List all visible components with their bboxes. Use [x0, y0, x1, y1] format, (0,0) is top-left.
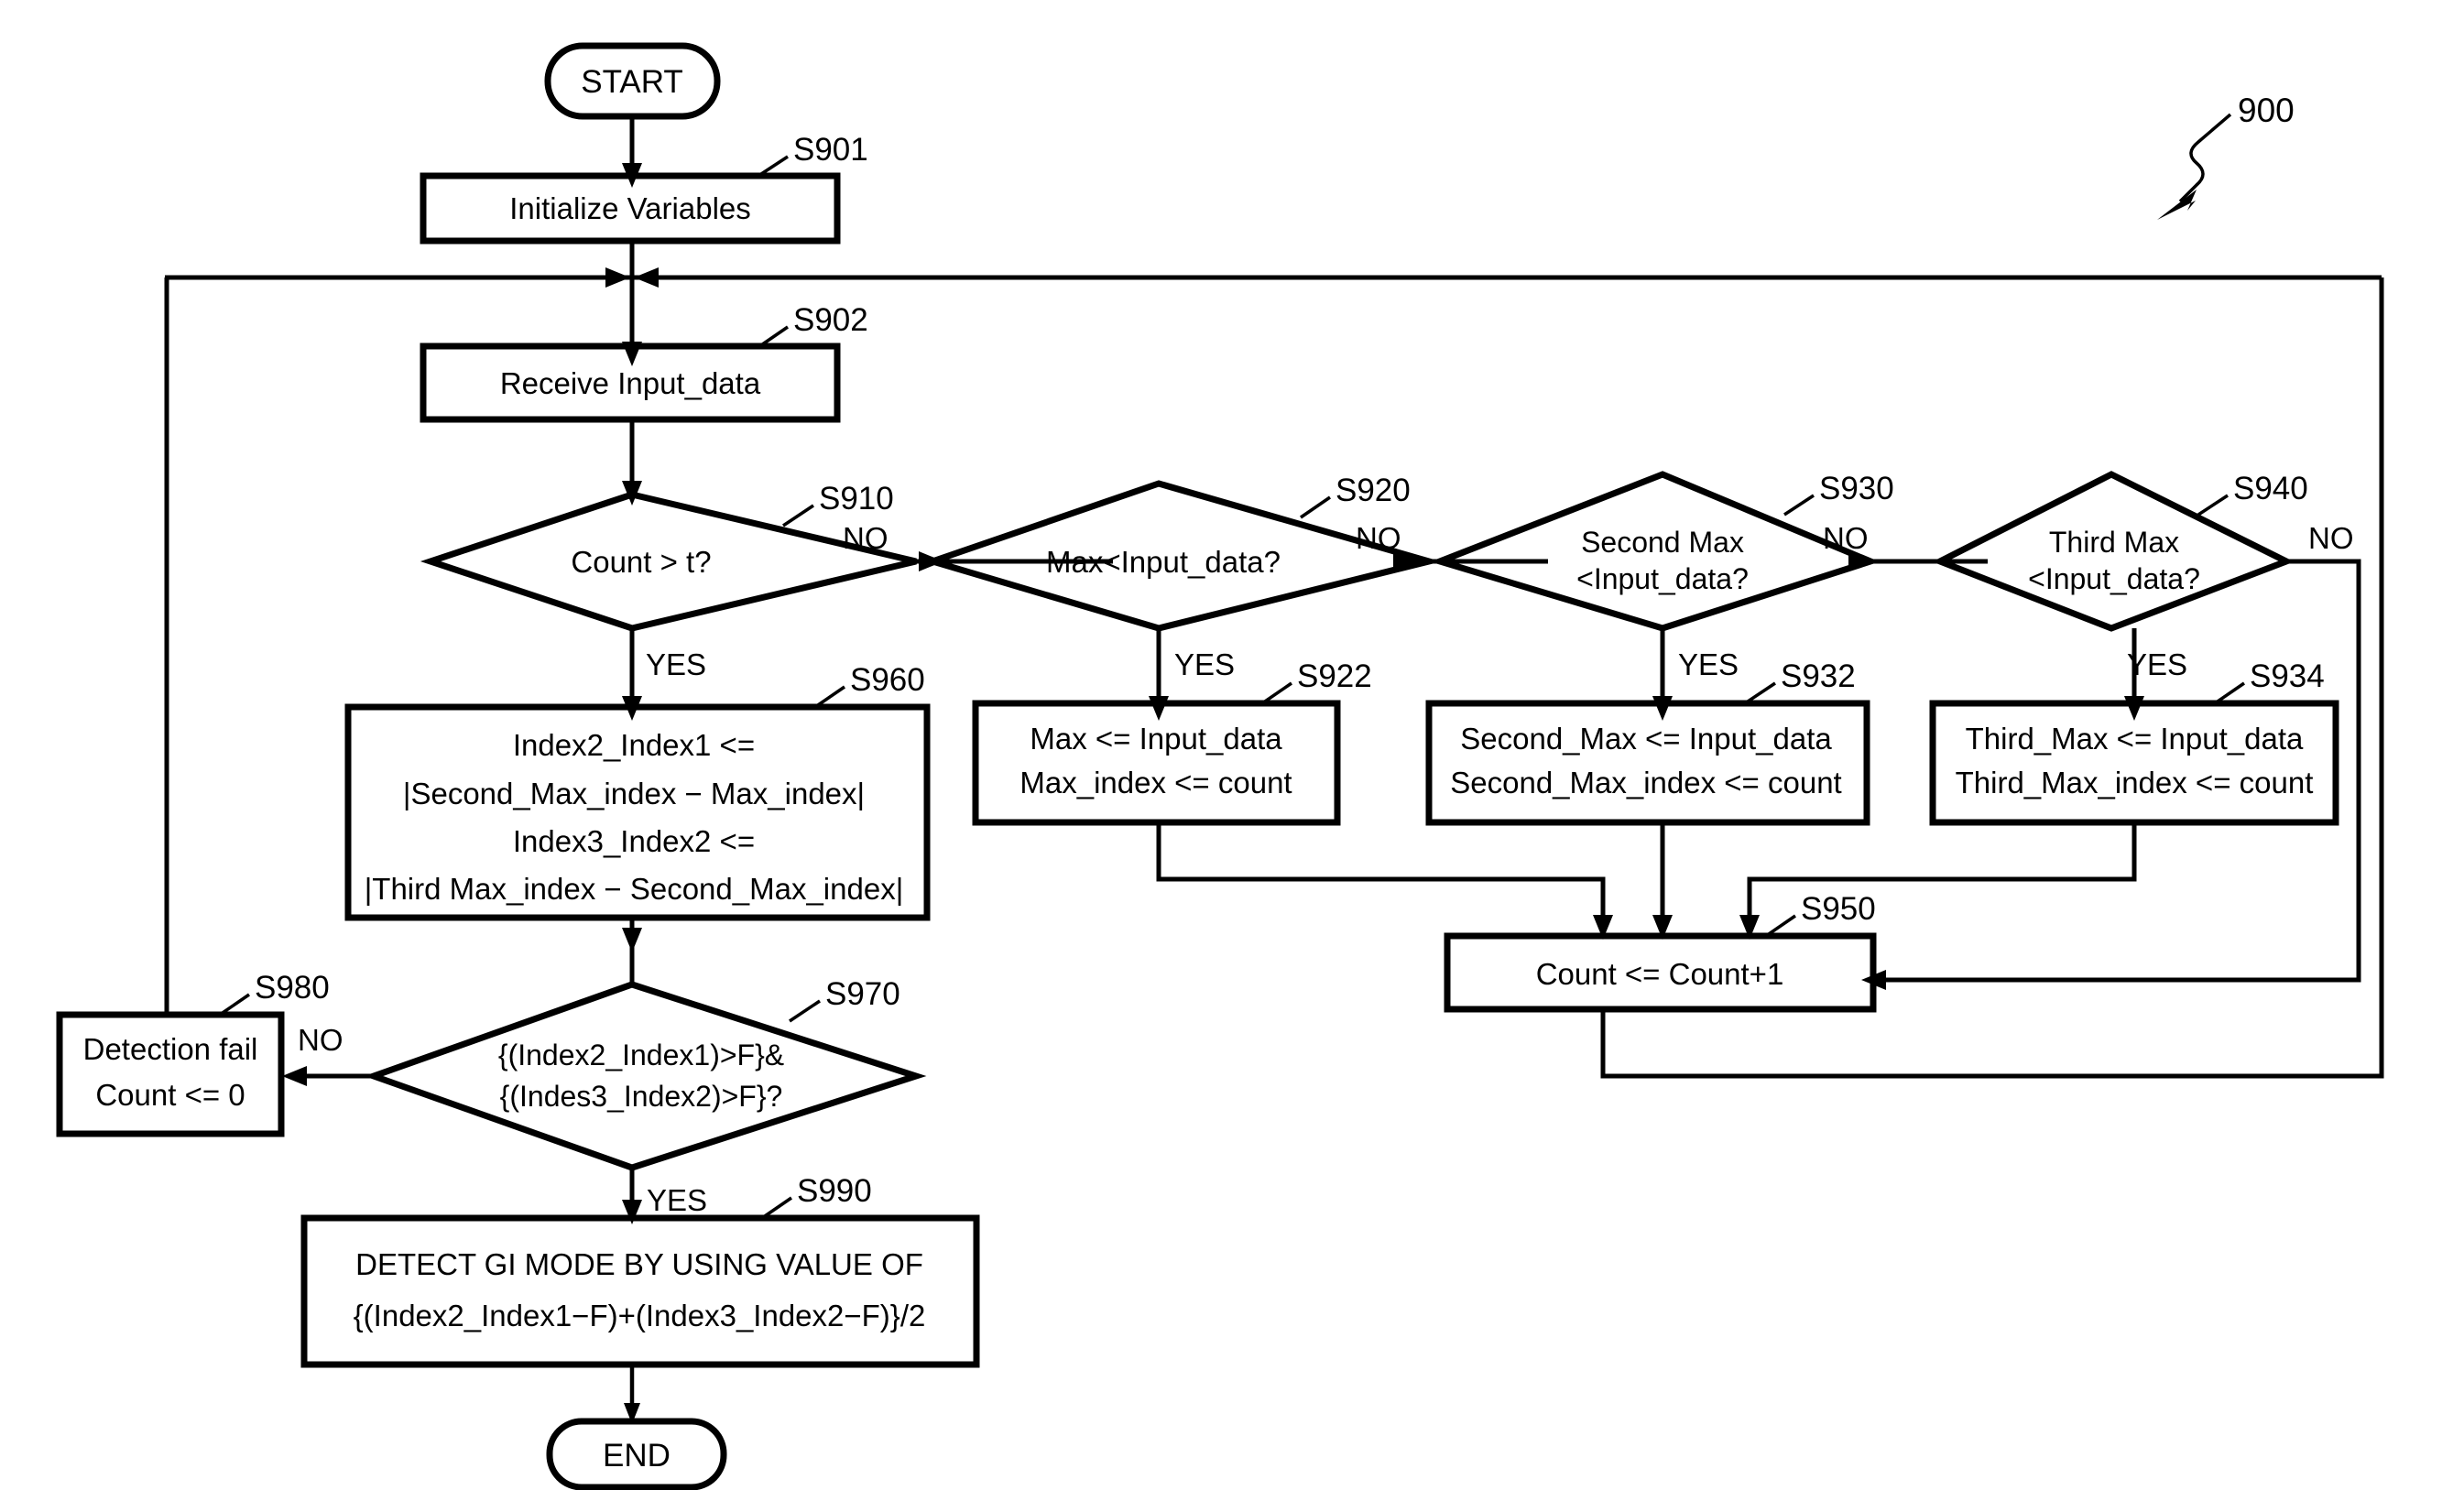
s960-text-line-4: |Third Max_index − Second_Max_index| — [365, 872, 904, 906]
s910-ref-label: S910 — [819, 481, 894, 517]
s970-diamond — [364, 981, 927, 1171]
s980-text-line-2: Count <= 0 — [95, 1078, 245, 1112]
s902-text-line-1: Receive Input_data — [500, 366, 761, 400]
s960-text-line-1: Index2_Index1 <= — [513, 728, 755, 762]
s901-text-line-1: Initialize Variables — [509, 191, 751, 225]
node-s980: Detection fail Count <= 0 S980 — [56, 970, 330, 1137]
figure-number-group: 900 — [2157, 92, 2295, 220]
arrow-s940-yes — [2124, 696, 2144, 721]
arrow-s970-no-to-s980 — [282, 1066, 307, 1086]
s950-text-line-1: Count <= Count+1 — [1536, 957, 1784, 991]
s980-ref-label: S980 — [255, 970, 330, 1006]
s940-yes-label: YES — [2127, 647, 2187, 681]
flowchart-svg: START Initialize Variables S901 Receive … — [56, 42, 2384, 1490]
s922-text-line-2: Max_index <= count — [1019, 766, 1292, 799]
s950-ref-label: S950 — [1801, 891, 1876, 927]
start-label: START — [581, 64, 683, 100]
node-s930: Second Max <Input_data? S930 NO YES — [1430, 471, 1894, 681]
s940-no-label: NO — [2308, 521, 2354, 555]
flowchart-canvas: START Initialize Variables S901 Receive … — [0, 0, 2464, 1490]
s940-text-line-1: Third Max — [2049, 526, 2179, 559]
s940-ref-label: S940 — [2233, 471, 2308, 506]
s910-no-label: NO — [843, 521, 889, 555]
s940-text-line-2: <Input_data? — [2028, 562, 2200, 595]
arrow-s930-yes — [1652, 696, 1673, 721]
s920-ref-label: S920 — [1336, 473, 1411, 508]
s990-box — [300, 1214, 980, 1368]
s970-text-line-2: {(Indes3_Index2)>F}? — [500, 1080, 783, 1113]
s960-ref-label: S960 — [850, 662, 925, 698]
s980-text-line-1: Detection fail — [83, 1032, 258, 1066]
s934-text-line-1: Third_Max <= Input_data — [1966, 722, 2304, 756]
s990-ref-label: S990 — [797, 1173, 872, 1209]
arrow-s920-yes — [1149, 696, 1169, 721]
s910-text-line-1: Count > t? — [571, 545, 711, 579]
s922-ref-label: S922 — [1297, 658, 1372, 694]
s970-leader-line — [789, 999, 821, 1023]
s901-ref-label: S901 — [793, 132, 868, 168]
node-s902: Receive Input_data S902 — [420, 302, 868, 423]
node-end: END — [546, 1418, 727, 1490]
s940-leader-line — [2197, 494, 2229, 517]
s930-no-label: NO — [1823, 521, 1869, 555]
s930-ref-label: S930 — [1819, 471, 1894, 506]
s970-no-label: NO — [298, 1023, 343, 1057]
s960-text-line-3: Index3_Index2 <= — [513, 824, 755, 858]
node-s922: Max <= Input_data Max_index <= count S92… — [972, 658, 1372, 826]
s902-ref-label: S902 — [793, 302, 868, 338]
node-start: START — [544, 42, 721, 120]
s930-text-line-2: <Input_data? — [1576, 562, 1749, 595]
s932-text-line-2: Second_Max_index <= count — [1450, 766, 1841, 799]
figure-number-leader — [2178, 113, 2232, 203]
s970-text-line-1: {(Index2_Index1)>F}& — [498, 1039, 784, 1071]
s932-text-line-1: Second_Max <= Input_data — [1460, 722, 1832, 756]
s930-yes-label: YES — [1678, 647, 1739, 681]
s990-text-line-1: DETECT GI MODE BY USING VALUE OF — [355, 1247, 923, 1281]
s920-text-line-1: Max<Input_data? — [1046, 545, 1281, 579]
node-s940: Third Max <Input_data? S940 NO YES — [1932, 471, 2354, 681]
node-s920: Max<Input_data? S920 NO YES — [921, 473, 1442, 681]
node-s901: Initialize Variables S901 — [420, 132, 868, 245]
s934-ref-label: S934 — [2250, 658, 2325, 694]
s910-leader-line — [782, 504, 814, 527]
s920-leader-line — [1300, 495, 1331, 519]
s910-yes-label: YES — [646, 647, 706, 681]
arrow-s960-to-s970 — [622, 928, 642, 952]
s922-text-line-1: Max <= Input_data — [1030, 722, 1282, 756]
node-s932: Second_Max <= Input_data Second_Max_inde… — [1425, 658, 1870, 826]
arrow-feedback-left-into-main — [605, 267, 630, 288]
s990-text-line-2: {(Index2_Index1−F)+(Index3_Index2−F)}/2 — [354, 1299, 926, 1332]
s920-no-label: NO — [1356, 521, 1401, 555]
figure-number-label: 900 — [2238, 92, 2295, 129]
s970-yes-label: YES — [647, 1183, 707, 1217]
s930-leader-line — [1783, 494, 1815, 517]
s960-text-line-2: |Second_Max_index − Max_index| — [403, 777, 865, 810]
s970-ref-label: S970 — [825, 976, 900, 1012]
arrow-feedback-right-into-main — [634, 267, 659, 288]
s920-yes-label: YES — [1174, 647, 1235, 681]
edge-s922-to-s950 — [1156, 824, 1606, 929]
node-s910: Count > t? S910 NO YES — [420, 481, 917, 681]
s934-text-line-2: Third_Max_index <= count — [1956, 766, 2314, 799]
s932-ref-label: S932 — [1781, 658, 1856, 694]
end-label: END — [603, 1438, 671, 1474]
s930-text-line-1: Second Max — [1581, 526, 1744, 559]
figure-number-arrowhead — [2157, 190, 2197, 220]
